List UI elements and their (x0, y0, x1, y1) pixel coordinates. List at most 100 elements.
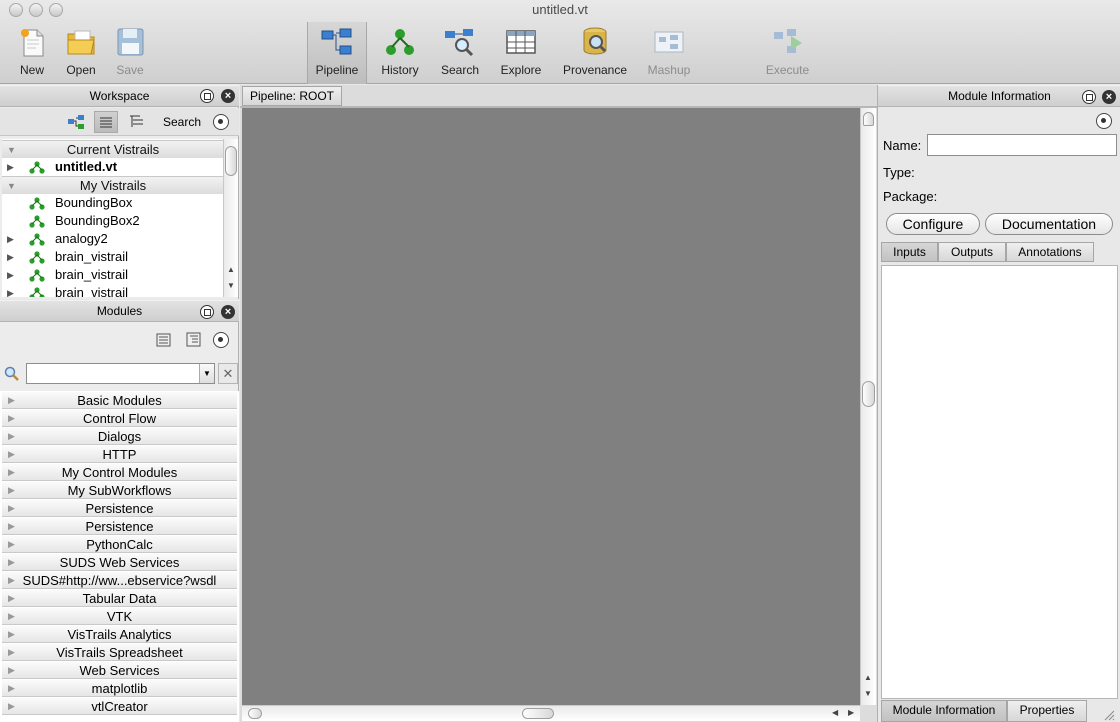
module-package-row[interactable]: ▶ VisTrails Spreadsheet (2, 644, 237, 661)
tab-pipeline-root[interactable]: Pipeline: ROOT (242, 86, 342, 106)
modules-close-icon[interactable]: × (221, 305, 235, 319)
save-button[interactable]: Save (108, 22, 152, 84)
tree-group-current-vistrails[interactable]: ▼ Current Vistrails (2, 140, 223, 158)
module-package-row[interactable]: ▶ Dialogs (2, 428, 237, 445)
expand-arrow-icon[interactable]: ▶ (8, 626, 15, 643)
module-name-input[interactable] (927, 134, 1117, 156)
module-package-row[interactable]: ▶ Control Flow (2, 410, 237, 427)
expand-arrow-icon[interactable]: ▶ (8, 698, 15, 715)
module-package-row[interactable]: ▶ Persistence (2, 500, 237, 517)
scroll-down-icon[interactable]: ▼ (227, 281, 235, 290)
workspace-scrollbar[interactable]: ▲ ▼ (223, 139, 238, 297)
expand-arrow-icon[interactable]: ▶ (8, 392, 15, 409)
module-package-row[interactable]: ▶ vtlCreator (2, 698, 237, 715)
module-package-row[interactable]: ▶ matplotlib (2, 680, 237, 697)
execute-button[interactable]: Execute (760, 22, 815, 84)
module-package-row[interactable]: ▶ My SubWorkflows (2, 482, 237, 499)
module-package-row[interactable]: ▶ Basic Modules (2, 392, 237, 409)
expand-arrow-icon[interactable]: ▶ (7, 248, 14, 266)
expand-arrow-icon[interactable]: ▶ (8, 590, 15, 607)
workspace-search-label[interactable]: Search (163, 115, 201, 129)
expand-arrow-icon[interactable]: ▶ (7, 266, 14, 284)
expand-arrow-icon[interactable]: ▶ (8, 482, 15, 499)
scroll-left-icon[interactable]: ◀ (832, 708, 838, 717)
workspace-options-icon[interactable] (213, 114, 229, 130)
tree-item[interactable]: ▶ analogy2 (2, 230, 223, 248)
provenance-view-button[interactable]: Provenance (560, 22, 630, 84)
module-package-row[interactable]: ▶ HTTP (2, 446, 237, 463)
module-package-row[interactable]: ▶ PythonCalc (2, 536, 237, 553)
module-package-row[interactable]: ▶ Persistence (2, 518, 237, 535)
list-view-button[interactable] (94, 111, 118, 133)
scroll-right-icon[interactable]: ▶ (848, 708, 854, 717)
expand-arrow-icon[interactable]: ▶ (8, 572, 15, 589)
configure-button[interactable]: Configure (886, 213, 980, 235)
expand-arrow-icon[interactable]: ▶ (8, 428, 15, 445)
pipeline-view-button[interactable]: Pipeline (307, 22, 367, 84)
expand-arrow-icon[interactable]: ▶ (7, 230, 14, 248)
tree-view-icon[interactable] (129, 115, 145, 129)
collapse-arrow-icon[interactable]: ▼ (7, 141, 16, 159)
tree-item[interactable]: ▶ brain_vistrail (2, 248, 223, 266)
module-package-row[interactable]: ▶ SUDS Web Services (2, 554, 237, 571)
tree-item[interactable]: BoundingBox2 (2, 212, 223, 230)
clear-search-button[interactable]: ✕ (218, 363, 238, 384)
tab-inputs[interactable]: Inputs (881, 242, 938, 262)
tree-item[interactable]: BoundingBox (2, 194, 223, 212)
history-view-button[interactable]: History (375, 22, 425, 84)
scroll-up-icon[interactable]: ▲ (864, 673, 872, 682)
tab-outputs[interactable]: Outputs (938, 242, 1006, 262)
expand-all-icon[interactable] (186, 332, 202, 347)
expand-arrow-icon[interactable]: ▶ (8, 554, 15, 571)
open-button[interactable]: Open (59, 22, 103, 84)
mashup-view-button[interactable]: Mashup (640, 22, 698, 84)
tree-item-untitled[interactable]: ▶ untitled.vt (2, 158, 223, 176)
tab-annotations[interactable]: Annotations (1006, 242, 1094, 262)
collapse-arrow-icon[interactable]: ▼ (7, 177, 16, 195)
expand-arrow-icon[interactable]: ▶ (8, 608, 15, 625)
tree-group-my-vistrails[interactable]: ▼ My Vistrails (2, 176, 223, 194)
scroll-down-icon[interactable]: ▼ (864, 689, 872, 698)
tree-item[interactable]: ▶ brain_vistrail (2, 266, 223, 284)
scroll-up-icon[interactable]: ▲ (227, 265, 235, 274)
pipeline-view-icon[interactable] (68, 115, 84, 129)
module-package-row[interactable]: ▶ VisTrails Analytics (2, 626, 237, 643)
new-button[interactable]: New (10, 22, 54, 84)
scrollbar-thumb[interactable] (522, 708, 554, 719)
pipeline-hscroll[interactable]: ◀ ▶ (242, 705, 860, 721)
expand-arrow-icon[interactable]: ▶ (8, 644, 15, 661)
expand-arrow-icon[interactable]: ▶ (8, 500, 15, 517)
expand-arrow-icon[interactable]: ▶ (7, 158, 14, 176)
resize-grip-icon[interactable] (1103, 709, 1115, 721)
workspace-float-icon[interactable] (200, 89, 214, 103)
expand-arrow-icon[interactable]: ▶ (8, 518, 15, 535)
scrollbar-thumb[interactable] (862, 381, 875, 407)
pipeline-vscroll[interactable]: ▲ ▼ (860, 108, 876, 705)
expand-arrow-icon[interactable]: ▶ (8, 680, 15, 697)
pipeline-canvas[interactable] (242, 108, 860, 705)
expand-arrow-icon[interactable]: ▶ (8, 410, 15, 427)
ports-list[interactable] (881, 265, 1118, 699)
modules-options-icon[interactable] (213, 332, 229, 348)
dropdown-arrow-icon[interactable]: ▼ (199, 364, 214, 383)
module-package-row[interactable]: ▶ My Control Modules (2, 464, 237, 481)
module-package-row[interactable]: ▶ Tabular Data (2, 590, 237, 607)
module-search-input[interactable]: ▼ (26, 363, 215, 384)
module-info-close-icon[interactable]: × (1102, 90, 1116, 104)
module-info-float-icon[interactable] (1082, 90, 1096, 104)
search-view-button[interactable]: Search (435, 22, 485, 84)
expand-arrow-icon[interactable]: ▶ (8, 464, 15, 481)
module-package-row[interactable]: ▶ SUDS#http://ww...ebservice?wsdl (2, 572, 237, 589)
explore-view-button[interactable]: Explore (495, 22, 547, 84)
module-package-row[interactable]: ▶ VTK (2, 608, 237, 625)
collapse-all-icon[interactable] (156, 332, 172, 347)
documentation-button[interactable]: Documentation (985, 213, 1113, 235)
module-package-row[interactable]: ▶ Web Services (2, 662, 237, 679)
tab-module-information[interactable]: Module Information (881, 700, 1007, 722)
modules-float-icon[interactable] (200, 305, 214, 319)
scrollbar-thumb[interactable] (225, 146, 237, 176)
expand-arrow-icon[interactable]: ▶ (8, 446, 15, 463)
expand-arrow-icon[interactable]: ▶ (8, 536, 15, 553)
tab-properties[interactable]: Properties (1007, 700, 1087, 722)
module-info-options-icon[interactable] (1096, 113, 1112, 129)
